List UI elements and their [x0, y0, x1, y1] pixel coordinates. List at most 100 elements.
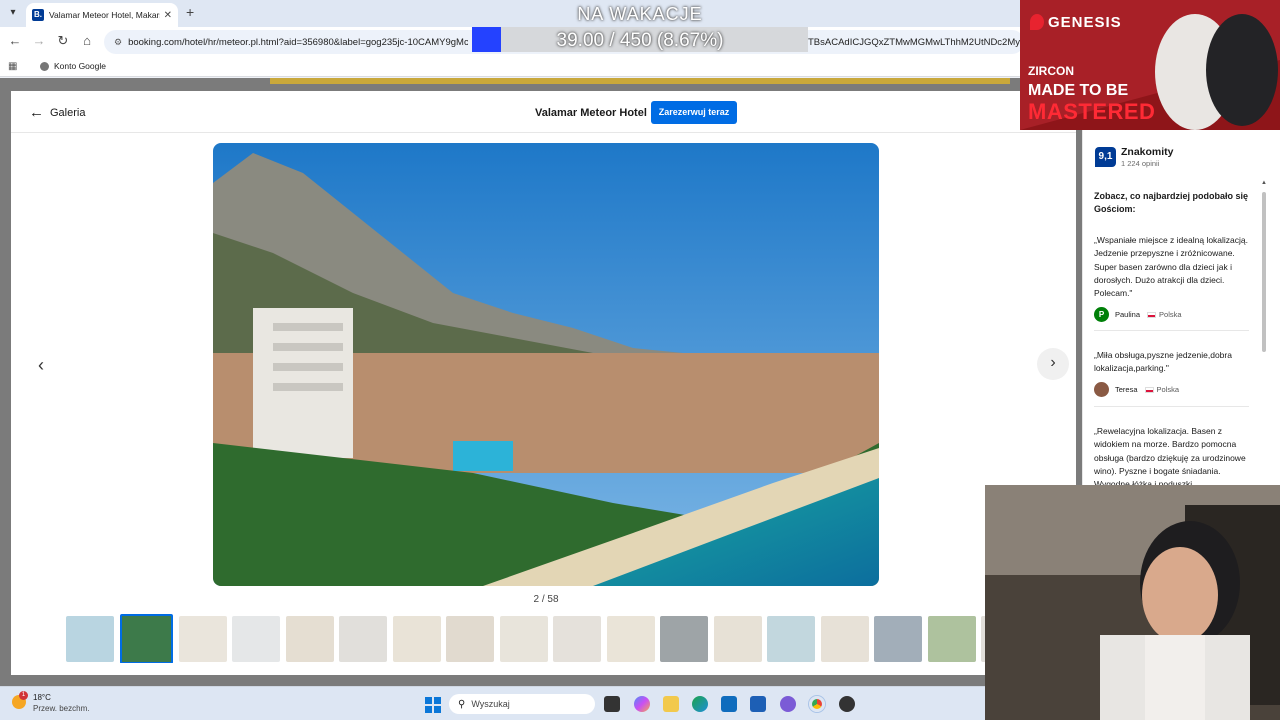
gallery-thumbnail[interactable] [874, 616, 922, 662]
apps-grid-icon[interactable]: ▦ [8, 61, 17, 72]
store-icon[interactable] [750, 696, 766, 712]
reviewer: P Paulina Polska [1094, 307, 1182, 322]
gallery-thumbnail[interactable] [660, 616, 708, 662]
bookmark-label: Konto Google [54, 61, 106, 71]
hotel-name: Valamar Meteor Hotel [535, 107, 647, 119]
review-divider [1094, 330, 1249, 331]
genesis-logo-icon [1030, 14, 1044, 30]
poland-flag-icon [1147, 311, 1157, 318]
gallery-counter: 2 / 58 [533, 594, 559, 605]
taskbar-search-placeholder: Wyszukaj [471, 699, 510, 709]
gallery-next-button[interactable]: › [1037, 348, 1069, 380]
tab-title: Valamar Meteor Hotel, Makarsk [49, 10, 160, 20]
booking-favicon-icon: B. [32, 9, 44, 21]
ad-tagline-2: MASTERED [1028, 99, 1156, 124]
gallery-main-photo [213, 143, 879, 586]
chrome-icon[interactable] [809, 696, 825, 712]
review-text: „Rewelacyjna lokalizacja. Basen z widoki… [1094, 426, 1246, 489]
reserve-now-button[interactable]: Zarezerwuj teraz [651, 101, 737, 124]
streamer-webcam-image [985, 485, 1280, 720]
gallery-thumbnail[interactable] [119, 614, 173, 663]
taskbar-search-input[interactable]: ⚲ Wyszukaj [449, 694, 595, 714]
gallery-thumbnail[interactable] [499, 616, 548, 662]
poland-flag-icon [1144, 386, 1154, 393]
task-view-icon[interactable] [604, 696, 620, 712]
gallery-thumbnail[interactable] [232, 616, 280, 662]
file-explorer-icon[interactable] [663, 696, 679, 712]
reviews-heading: Zobacz, co najbardziej podobało się Gośc… [1094, 191, 1249, 214]
gallery-thumbnail[interactable] [66, 616, 114, 662]
arrow-left-icon: ← [29, 104, 44, 121]
gallery-thumbnail[interactable] [767, 616, 815, 662]
gallery-thumbnail[interactable] [820, 616, 869, 662]
weather-condition: Przew. bezchm. [33, 704, 90, 713]
gallery-back-button[interactable]: ← Galeria [29, 104, 85, 121]
globe-icon [40, 61, 49, 71]
review-text: „Miła obsługa,pyszne jedzenie,dobra loka… [1094, 350, 1232, 374]
outlook-icon[interactable] [721, 696, 737, 712]
reviewer-avatar: P [1094, 307, 1109, 322]
gallery-thumbnail[interactable] [713, 616, 762, 662]
gallery-thumbnail[interactable] [392, 616, 441, 662]
site-info-icon[interactable]: ⚙ [114, 37, 122, 48]
copilot-icon[interactable] [634, 696, 650, 712]
home-icon[interactable]: ⌂ [78, 33, 96, 48]
reviewer-name: Paulina [1115, 310, 1141, 319]
gallery-thumbnail[interactable] [178, 616, 227, 662]
hotel-aerial-photo [213, 143, 879, 586]
reviews-scrollbar[interactable]: ▲ [1260, 180, 1268, 490]
genesis-ad-banner[interactable]: GENESIS ZIRCON MADE TO BE MASTERED [1020, 0, 1280, 130]
url-text: booking.com/hotel/hr/meteor.pl.html?aid=… [128, 36, 469, 48]
reviewer-country: Polska [1156, 385, 1180, 394]
tab-search-icon[interactable]: ▾ [4, 5, 22, 21]
thumbnail-strip [66, 613, 996, 663]
gallery-back-label: Galeria [50, 106, 86, 119]
scroll-up-icon[interactable]: ▲ [1260, 180, 1268, 186]
gallery-thumbnail[interactable] [285, 616, 334, 662]
sun-icon: 1 [12, 691, 28, 709]
reload-icon[interactable]: ↻ [54, 33, 72, 49]
ad-brand: GENESIS [1048, 14, 1122, 31]
bookmark-konto-google[interactable]: Konto Google [40, 61, 106, 71]
edge-icon[interactable] [692, 696, 708, 712]
weather-widget[interactable]: 1 18°C Przew. bezchm. [12, 691, 90, 714]
review-divider [1094, 406, 1249, 407]
back-icon[interactable]: ← [6, 33, 24, 48]
gallery-thumbnail[interactable] [927, 616, 976, 662]
ad-product: ZIRCON [1028, 64, 1074, 78]
webcam-feed [985, 485, 1280, 720]
overlay-title: NA WAKACJE [577, 4, 703, 24]
gallery-thumbnail[interactable] [553, 616, 601, 662]
search-icon: ⚲ [458, 698, 466, 710]
page-backdrop-strip [270, 78, 1010, 84]
notification-badge: 1 [19, 691, 28, 700]
scrollbar-thumb[interactable] [1262, 192, 1266, 352]
rating-count[interactable]: 1 224 opinii [1121, 159, 1159, 168]
gallery-thumbnail[interactable] [339, 616, 387, 662]
url-text-tail: TBsACAdICJGQxZTMwMGMwLThhM2UtNDc2My05 [808, 36, 1031, 48]
ad-tagline-1: MADE TO BE [1028, 82, 1129, 99]
review-score-badge: 9,1 [1095, 147, 1116, 167]
obs-icon[interactable] [839, 696, 855, 712]
gallery-thumbnail[interactable] [446, 616, 494, 662]
discord-icon[interactable] [780, 696, 796, 712]
gallery-prev-button[interactable]: ‹ [31, 355, 51, 376]
gallery-thumbnail[interactable] [606, 616, 655, 662]
gallery-modal: ← Galeria Valamar Meteor Hotel Zarezerwu… [11, 91, 1076, 675]
reviewer: Teresa Polska [1094, 382, 1179, 397]
new-tab-icon[interactable]: + [186, 4, 194, 20]
windows-start-icon[interactable] [425, 697, 441, 713]
tab-close-icon[interactable]: ✕ [164, 10, 172, 21]
header-divider [11, 132, 1076, 133]
windows-taskbar: 1 18°C Przew. bezchm. ⚲ Wyszukaj [0, 686, 985, 720]
reviewer-name: Teresa [1115, 385, 1138, 394]
reviewer-avatar [1094, 382, 1109, 397]
reviewer-country: Polska [1159, 310, 1182, 319]
review-text: „Wspaniałe miejsce z idealną lokalizacją… [1094, 235, 1249, 299]
reviews-scroll-area[interactable]: Zobacz, co najbardziej podobało się Gośc… [1083, 182, 1269, 502]
weather-temperature: 18°C [33, 693, 51, 702]
rating-word: Znakomity [1121, 146, 1174, 158]
overlay-color-block [472, 27, 501, 52]
tab-booking[interactable]: B. Valamar Meteor Hotel, Makarsk ✕ [26, 3, 178, 27]
forward-icon[interactable]: → [30, 33, 48, 48]
